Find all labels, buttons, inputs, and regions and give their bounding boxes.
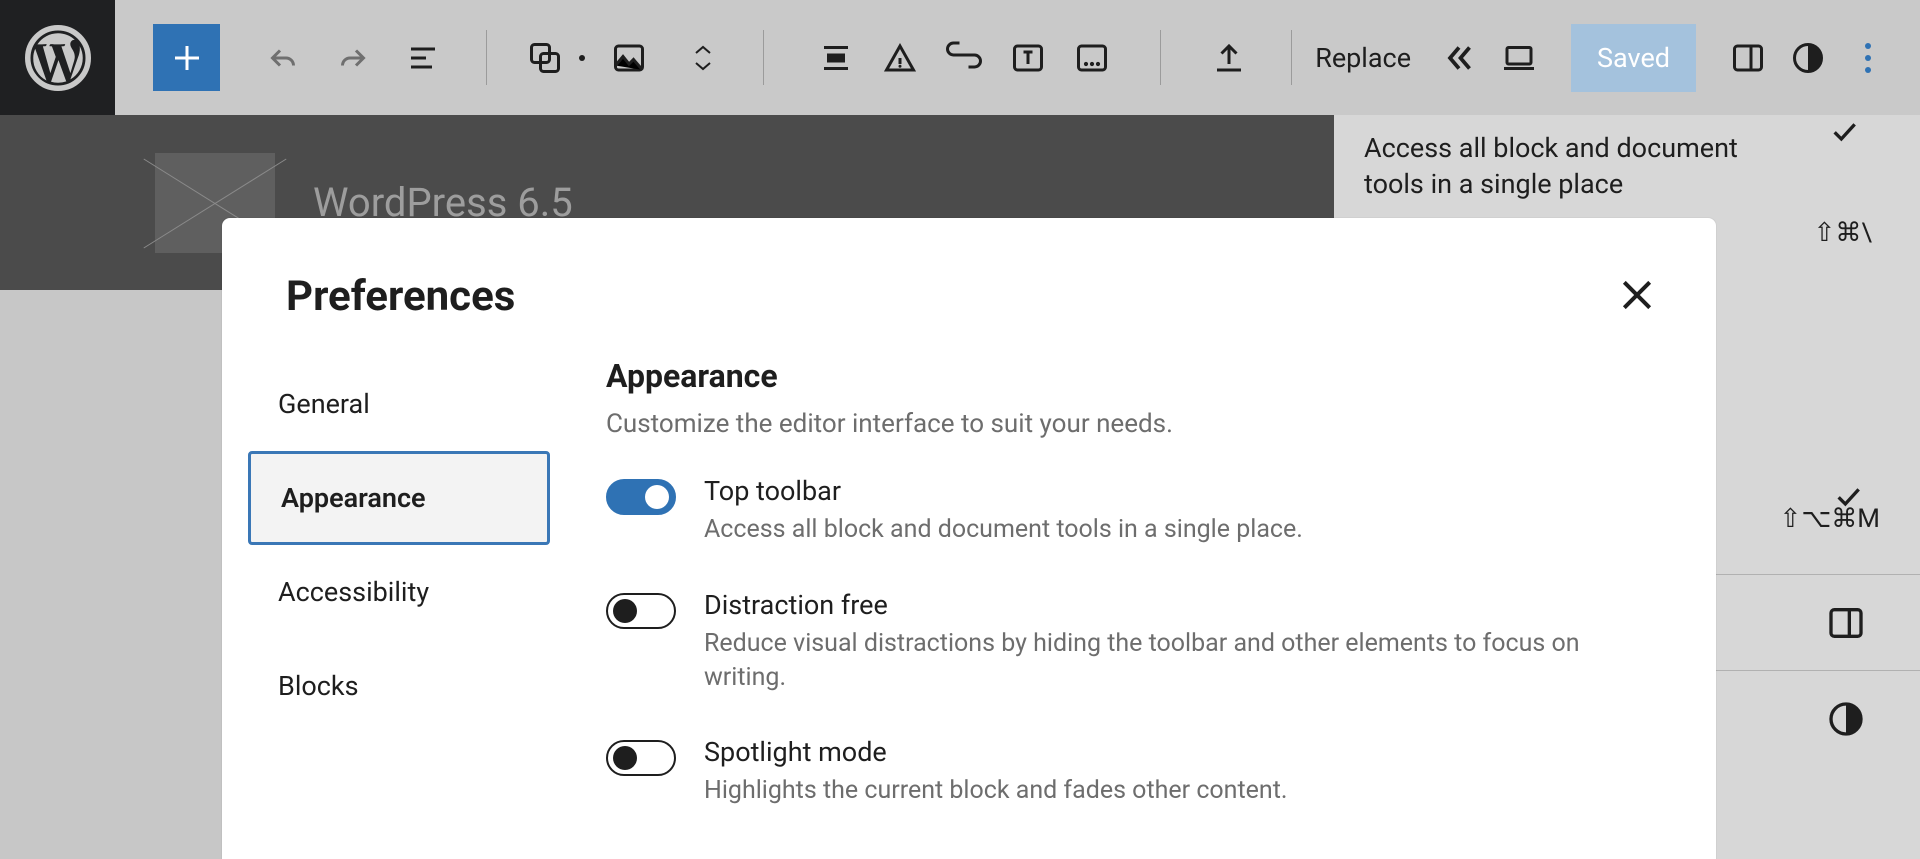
panel-icon [1730,40,1766,76]
option-spotlight: Spotlight mode Highlights the current bl… [606,736,1648,808]
panel-heading: Appearance [606,357,1648,395]
toggle-distraction-free[interactable] [606,593,676,629]
options-menu-button[interactable] [1838,43,1898,73]
link-icon [946,40,982,76]
undo-button[interactable] [248,40,318,76]
image-button[interactable] [601,40,657,76]
toolbar-divider [763,30,764,85]
plus-icon [169,40,205,76]
contrast-icon [1790,40,1826,76]
upload-icon [1211,40,1247,76]
contrast-button[interactable] [1778,40,1838,76]
align-icon [818,40,854,76]
more-button[interactable] [1060,40,1124,76]
replace-button[interactable]: Replace [1315,42,1411,74]
option-title: Distraction free [704,589,1604,621]
ellipsis-rect-icon [1074,40,1110,76]
modal-title: Preferences [286,272,515,321]
option-distraction-free: Distraction free Reduce visual distracti… [606,589,1648,695]
chevron-down-icon [691,60,715,72]
toolbar-divider [1160,30,1161,85]
link-button[interactable] [932,40,996,76]
toolbar-divider [1291,30,1292,85]
option-title: Spotlight mode [704,736,1287,768]
device-button[interactable] [1489,40,1549,76]
dot-separator [579,55,585,61]
tab-appearance[interactable]: Appearance [248,451,550,545]
contrast-icon [1826,699,1866,739]
tab-accessibility[interactable]: Accessibility [248,545,550,639]
kebab-dot [1865,55,1871,61]
laptop-icon [1501,40,1537,76]
preferences-panel: Appearance Customize the editor interfac… [576,349,1716,859]
option-desc: Access all block and document tools in a… [704,513,1303,547]
group-button[interactable] [517,40,573,76]
saved-button[interactable]: Saved [1571,24,1696,92]
collapse-button[interactable] [1429,40,1489,76]
wordpress-icon [25,25,91,91]
editor-toolbar: Replace Saved [0,0,1920,115]
move-up-down[interactable] [683,44,723,72]
option-desc: Reduce visual distractions by hiding the… [704,627,1604,695]
kebab-dot [1865,67,1871,73]
chevron-up-icon [691,44,715,56]
sidebar-toggle-button[interactable] [1718,40,1778,76]
caption-icon [882,40,918,76]
list-view-icon [405,40,441,76]
wp-logo-button[interactable] [0,0,115,115]
upload-button[interactable] [1197,40,1261,76]
panel-icon [1826,603,1866,643]
option-desc: Highlights the current block and fades o… [704,774,1287,808]
toolbar-divider [486,30,487,85]
caption-button[interactable] [868,40,932,76]
list-view-button[interactable] [388,40,458,76]
text-overlay-button[interactable] [996,40,1060,76]
keyboard-shortcut: ⇧⌥⌘M [1780,504,1880,534]
group-icon [527,40,563,76]
image-icon [611,40,647,76]
preferences-modal: Preferences General Appearance Accessibi… [222,218,1716,859]
toggle-top-toolbar[interactable] [606,479,676,515]
tab-blocks[interactable]: Blocks [248,639,550,733]
check-icon [1828,115,1860,147]
option-top-toolbar: Top toolbar Access all block and documen… [606,475,1648,547]
tab-general[interactable]: General [248,357,550,451]
chevrons-left-icon [1441,40,1477,76]
text-overlay-icon [1010,40,1046,76]
close-icon [1618,276,1656,314]
add-block-button[interactable] [153,24,220,91]
option-title: Top toolbar [704,475,1303,507]
keyboard-shortcut: ⇧⌘\ [1814,218,1872,248]
redo-button[interactable] [318,40,388,76]
undo-icon [265,40,301,76]
toggle-spotlight[interactable] [606,740,676,776]
align-button[interactable] [804,40,868,76]
close-button[interactable] [1618,276,1656,318]
menu-item-desc: Access all block and document tools in a… [1364,130,1804,203]
redo-icon [335,40,371,76]
kebab-dot [1865,43,1871,49]
panel-subheading: Customize the editor interface to suit y… [606,409,1648,439]
preferences-tabs: General Appearance Accessibility Blocks [222,349,576,859]
